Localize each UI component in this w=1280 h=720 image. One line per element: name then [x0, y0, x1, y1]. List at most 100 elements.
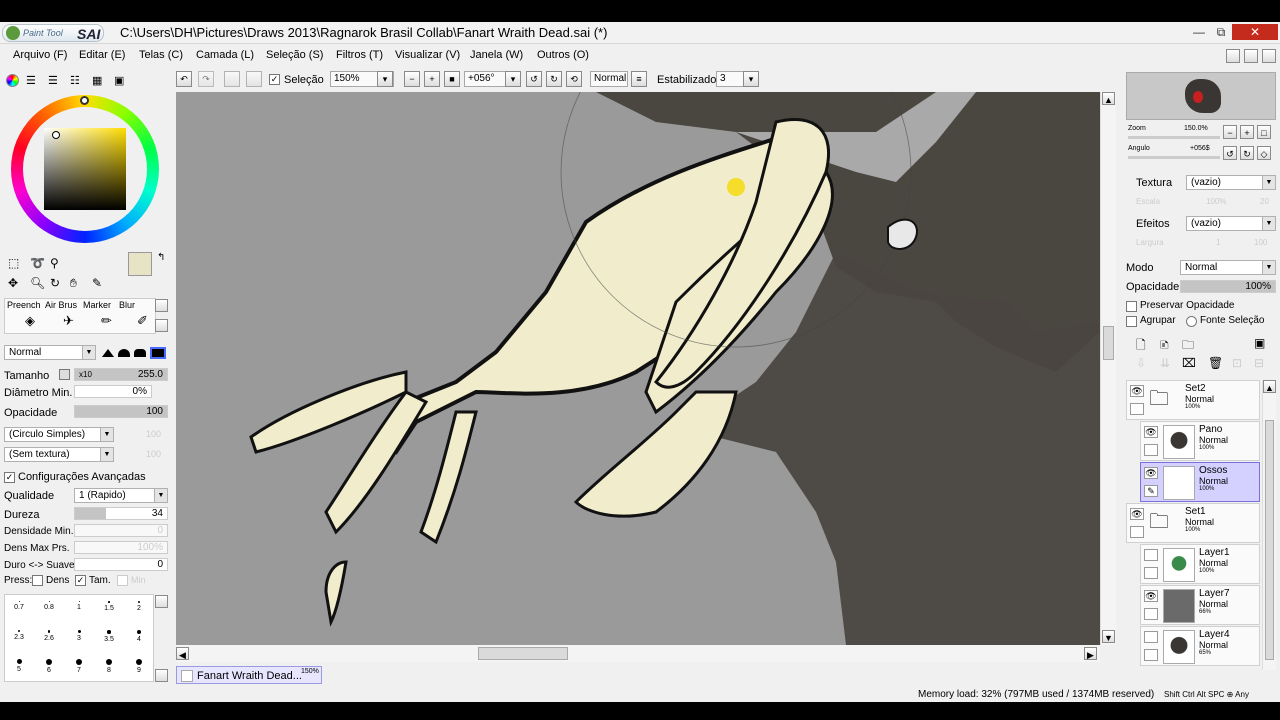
selection-source-radio[interactable]: [1186, 316, 1197, 327]
brush-tip-4-icon[interactable]: [150, 347, 166, 359]
nav-zoom-reset-button[interactable]: □: [1257, 125, 1271, 139]
nav-rotate-right-button[interactable]: ↻: [1240, 146, 1254, 160]
menu-arquivo[interactable]: Arquivo (F): [13, 49, 67, 61]
marker-icon[interactable]: ✏︎: [101, 313, 112, 329]
deselect-button[interactable]: [224, 71, 240, 87]
menu-janela[interactable]: Janela (W): [470, 49, 523, 61]
duro-slider[interactable]: 0: [74, 558, 168, 571]
bucket-icon[interactable]: ◈: [25, 313, 35, 329]
brush-size-preset[interactable]: 2: [125, 595, 153, 623]
densidade-slider[interactable]: 0: [74, 524, 168, 537]
new-layer-icon[interactable]: 🗋: [1136, 336, 1146, 357]
brush-shape-selector[interactable]: [100, 345, 168, 360]
horizontal-scroll-thumb[interactable]: [478, 647, 568, 660]
menu-selecao[interactable]: Seleção (S): [266, 49, 323, 61]
dens-checkbox[interactable]: [32, 575, 43, 586]
brush-tip-3-icon[interactable]: [134, 349, 146, 357]
angle-dropdown-button[interactable]: ▾: [505, 71, 521, 87]
brush-size-preset[interactable]: 1.5: [95, 595, 123, 623]
layer-row-pano[interactable]: 👁︎ Pano Normal 100%: [1140, 421, 1260, 461]
lock-icon[interactable]: [1144, 567, 1158, 579]
brush-size-preset[interactable]: 0.8: [35, 595, 63, 623]
scratchpad-tab-icon[interactable]: ▣: [114, 74, 124, 87]
rotate-left-button[interactable]: ↺: [526, 71, 542, 87]
brush-size-preset[interactable]: 7: [65, 653, 93, 681]
scroll-right-button[interactable]: ▶: [1084, 647, 1097, 660]
hsv-slider-tab-icon[interactable]: ☰: [48, 74, 58, 87]
redo-button[interactable]: ↷: [198, 71, 214, 87]
eye-icon[interactable]: 👁︎: [1130, 385, 1144, 397]
modo-select[interactable]: Normal ▼: [1180, 260, 1276, 275]
layer-menu-icon[interactable]: ▣: [1254, 336, 1265, 350]
layer-row-ossos[interactable]: 👁︎ ✎ Ossos Normal 100%: [1140, 462, 1260, 502]
brush-tip-1-icon[interactable]: [102, 349, 114, 357]
rect-select-icon[interactable]: ⬚: [8, 256, 19, 270]
eye-icon[interactable]: 👁︎: [1144, 590, 1158, 602]
brush-shape-select[interactable]: (Circulo Simples) ▼: [4, 427, 114, 442]
nav-zoom-out-button[interactable]: −: [1223, 125, 1237, 139]
move-icon[interactable]: ✥: [8, 276, 18, 290]
apply-mask-icon[interactable]: ⊡: [1232, 356, 1242, 370]
hand-icon[interactable]: ✋︎: [70, 276, 77, 291]
eye-icon[interactable]: [1144, 549, 1158, 561]
brush-size-preset[interactable]: 9: [125, 653, 153, 681]
layer-scroll-up[interactable]: ▲: [1263, 380, 1276, 393]
tool-blur[interactable]: Blur: [119, 300, 135, 310]
doc-restore-button[interactable]: [1244, 49, 1258, 63]
zoom-out-button[interactable]: −: [404, 71, 420, 87]
brush-size-preset[interactable]: 6: [35, 653, 63, 681]
vertical-scroll-thumb[interactable]: [1103, 326, 1114, 360]
dureza-slider[interactable]: 34: [74, 507, 168, 520]
canvas-horizontal-scrollbar[interactable]: ◀ ▶: [176, 645, 1100, 662]
tool-preench[interactable]: Preench: [7, 300, 41, 310]
efeitos-select[interactable]: (vazio) ▼: [1186, 216, 1276, 231]
menu-filtros[interactable]: Filtros (T): [336, 49, 383, 61]
eye-icon[interactable]: 👁︎: [1144, 426, 1158, 438]
brush-size-preset[interactable]: 3: [65, 624, 93, 652]
rotate-tool-icon[interactable]: ↻: [50, 276, 60, 290]
zoom-dropdown-button[interactable]: ▾: [377, 71, 393, 87]
layer-scroll-thumb[interactable]: [1265, 420, 1274, 660]
diametro-slider[interactable]: 0%: [74, 385, 152, 398]
layer-row-layer7[interactable]: 👁︎ Layer7 Normal 66%: [1140, 585, 1260, 625]
brush-size-preset[interactable]: 5: [5, 653, 33, 681]
trash-icon[interactable]: 🗑︎: [1208, 356, 1223, 370]
canvas-vertical-scrollbar[interactable]: ▲ ▼: [1100, 92, 1116, 645]
undo-button[interactable]: ↶: [176, 71, 192, 87]
brush-size-preset[interactable]: 4: [125, 624, 153, 652]
new-folder-icon[interactable]: 🗀: [1182, 336, 1194, 357]
layer-list-scrollbar[interactable]: ▲: [1262, 380, 1276, 670]
advanced-checkbox[interactable]: ✓: [4, 472, 15, 483]
zoom-tool-icon[interactable]: 🔍︎: [30, 276, 45, 290]
flip-button[interactable]: ≡: [631, 71, 647, 87]
brush-size-preset[interactable]: 2.6: [35, 624, 63, 652]
menu-telas[interactable]: Telas (C): [139, 49, 183, 61]
lock-icon[interactable]: [1144, 649, 1158, 661]
rotate-right-button[interactable]: ↻: [546, 71, 562, 87]
tamanho-slider[interactable]: x10 255.0: [74, 368, 168, 381]
maximize-button[interactable]: ⧉: [1210, 24, 1232, 40]
rotate-reset-button[interactable]: ⟲: [566, 71, 582, 87]
layer-row-set1[interactable]: 👁︎ 🗀 Set1 Normal 100%: [1126, 503, 1260, 543]
nav-rotate-left-button[interactable]: ↺: [1223, 146, 1237, 160]
lasso-icon[interactable]: ➰: [30, 256, 45, 270]
transfer-down-icon[interactable]: ⇩: [1136, 356, 1146, 370]
lock-layer-icon[interactable]: ⊟: [1254, 356, 1264, 370]
color-wheel-tab-icon[interactable]: [6, 74, 19, 87]
brush-tip-2-icon[interactable]: [118, 349, 130, 357]
eye-icon[interactable]: 👁︎: [1130, 508, 1144, 520]
drawing-canvas[interactable]: [176, 92, 1100, 645]
densmax-slider[interactable]: 100%: [74, 541, 168, 554]
min-checkbox[interactable]: [117, 575, 128, 586]
minimize-button[interactable]: —: [1188, 24, 1210, 40]
swap-colors-icon[interactable]: ↰: [157, 252, 165, 263]
layer-row-layer1[interactable]: Layer1 Normal 100%: [1140, 544, 1260, 584]
lock-icon[interactable]: [1130, 403, 1144, 415]
stabilizer-dropdown-button[interactable]: ▾: [743, 71, 759, 87]
eye-icon[interactable]: [1144, 631, 1158, 643]
nav-zoom-in-button[interactable]: +: [1240, 125, 1254, 139]
brush-size-preset[interactable]: 0.7: [5, 595, 33, 623]
menu-outros[interactable]: Outros (O): [537, 49, 589, 61]
rgb-slider-tab-icon[interactable]: ☰: [26, 74, 36, 87]
menu-visualizar[interactable]: Visualizar (V): [395, 49, 460, 61]
